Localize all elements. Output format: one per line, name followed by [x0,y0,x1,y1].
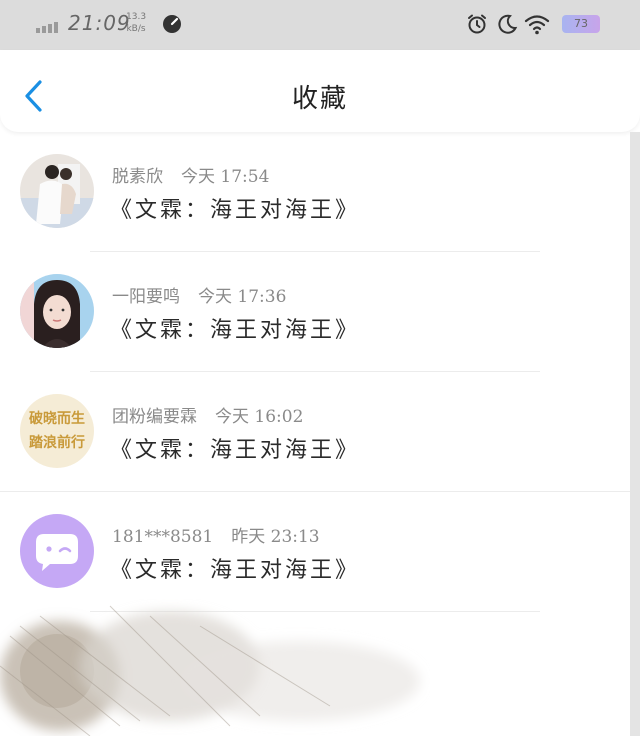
favorite-title: 《文霖：海王对海王》 [110,558,361,583]
avatar-text: 踏浪前行 [29,435,85,451]
page-title: 收藏 [291,84,348,114]
favorite-title: 《文霖：海王对海王》 [110,198,361,223]
favorite-item-obscured[interactable] [0,612,630,732]
avatar [20,634,94,708]
speed-unit: kB/s [126,24,146,34]
favorite-meta: 脱素欣 今天 17:54 [112,162,269,187]
battery-icon: 73 [562,15,600,33]
speed-gauge-icon [163,15,181,33]
favorite-item[interactable]: 破晓而生 踏浪前行 团粉编要霖 今天 16:02 《文霖：海王对海王》 [0,372,630,492]
favorite-item[interactable]: 181***8581 昨天 23:13 《文霖：海王对海王》 [0,492,630,612]
avatar [20,154,94,228]
signal-icon [36,22,58,33]
user-name: 脱素欣 [112,167,163,187]
alarm-icon [468,14,486,34]
network-speed: 13.3 kB/s [126,11,146,35]
avatar: 破晓而生 踏浪前行 [20,394,94,468]
avatar [20,514,94,588]
speed-value: 13.3 [126,12,147,22]
timestamp: 今天 17:36 [198,287,287,307]
favorite-meta: 一阳要鸣 今天 17:36 [112,282,286,307]
timestamp: 今天 16:02 [215,407,304,427]
scrollbar[interactable] [630,132,640,736]
favorite-meta: 181***8581 昨天 23:13 [112,522,320,547]
favorite-title: 《文霖：海王对海王》 [110,318,361,343]
favorite-title: 《文霖：海王对海王》 [110,438,361,463]
favorite-item[interactable]: 脱素欣 今天 17:54 《文霖：海王对海王》 [0,132,630,252]
user-name: 团粉编要霖 [112,407,197,427]
user-name: 一阳要鸣 [112,287,180,307]
avatar-text: 破晓而生 [29,411,85,427]
moon-icon [498,14,518,34]
status-bar: 21:09 13.3 kB/s 73 [0,0,640,50]
timestamp: 昨天 23:13 [231,527,320,547]
favorites-list: 脱素欣 今天 17:54 《文霖：海王对海王》 一阳要鸣 今天 17:36 《文霖：… [0,132,630,736]
header-bar: 收藏 [0,50,640,132]
chat-bubble-icon [36,534,78,571]
wifi-icon [524,15,550,35]
avatar [20,274,94,348]
favorite-item[interactable]: 一阳要鸣 今天 17:36 《文霖：海王对海王》 [0,252,630,372]
user-name: 181***8581 [112,527,214,547]
status-time: 21:09 [68,11,131,35]
timestamp: 今天 17:54 [181,167,270,187]
favorite-meta: 团粉编要霖 今天 16:02 [112,402,303,427]
